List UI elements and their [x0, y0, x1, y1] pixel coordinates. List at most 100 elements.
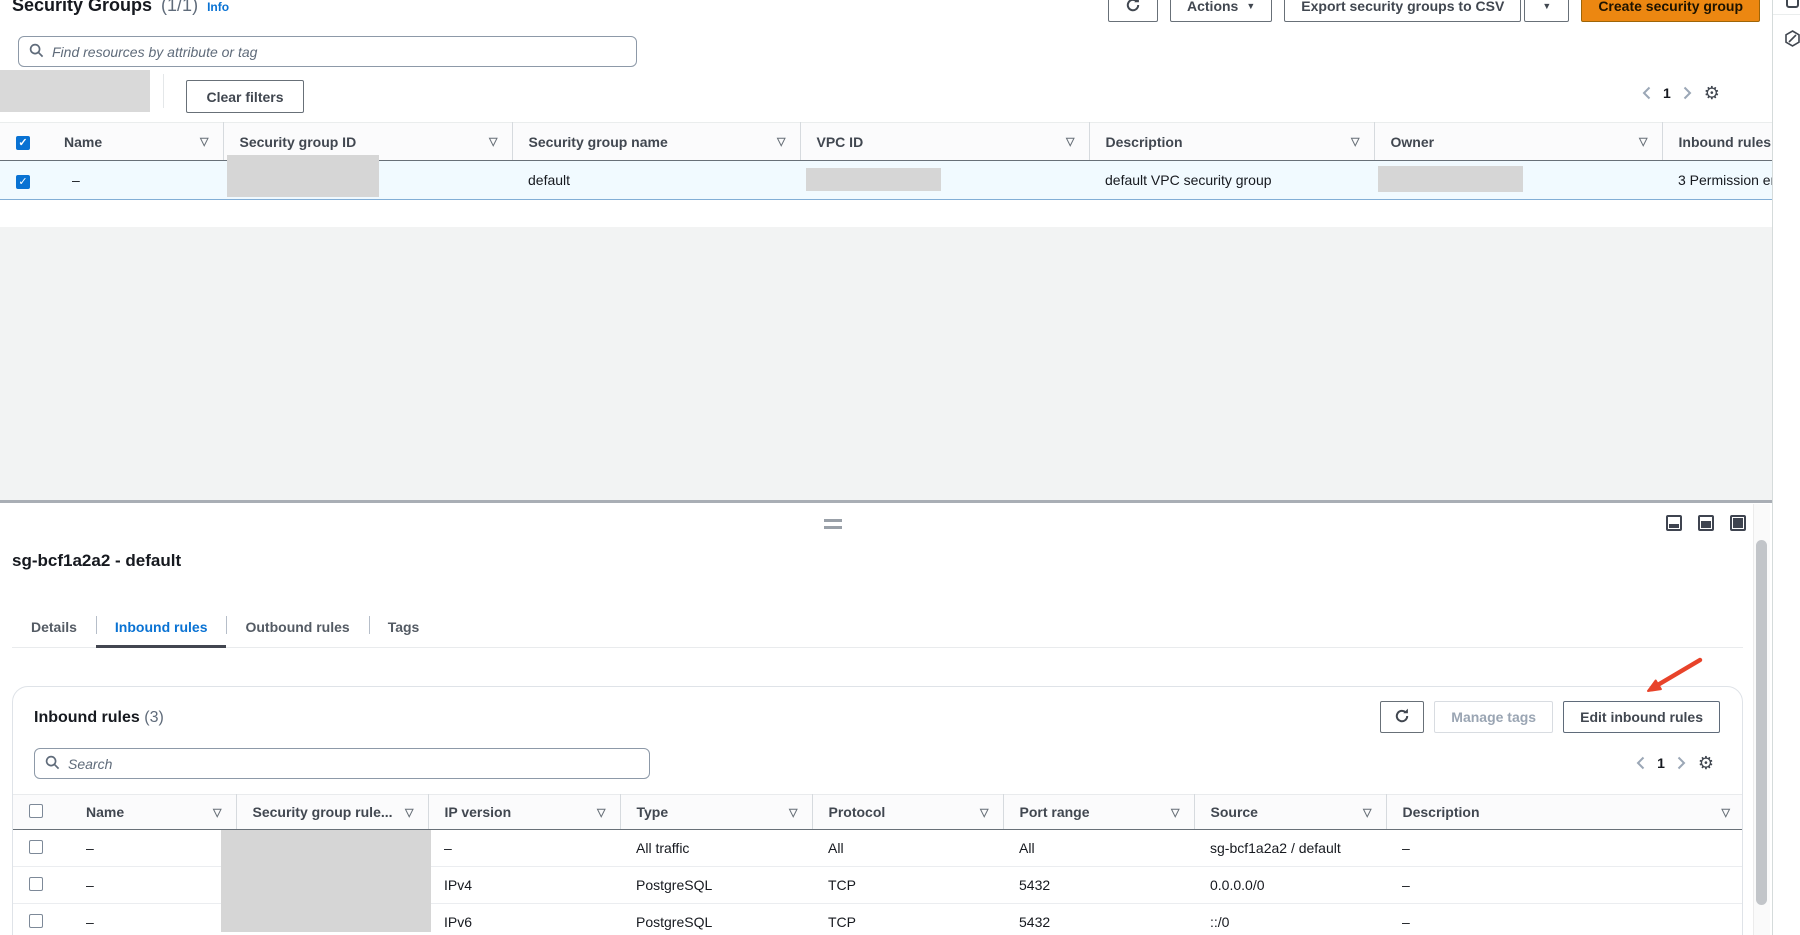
actions-button[interactable]: Actions ▼ [1170, 0, 1272, 22]
resource-search-input[interactable] [52, 44, 626, 60]
sort-icon[interactable]: ▽ [1639, 135, 1649, 148]
panel-size-medium-icon[interactable] [1698, 515, 1714, 531]
table-settings-gear-icon[interactable]: ⚙ [1698, 754, 1714, 772]
detail-tab[interactable]: Details [12, 608, 96, 648]
row-checkbox[interactable] [29, 914, 43, 928]
refresh-icon [1394, 708, 1410, 727]
previous-page-icon[interactable] [1636, 756, 1645, 770]
rules-column-header[interactable]: Security group rule... ▽ [236, 795, 428, 830]
rules-column-header[interactable]: IP version ▽ [428, 795, 620, 830]
cell-type: All traffic [620, 830, 812, 867]
refresh-icon [1125, 0, 1141, 16]
sort-icon[interactable]: ▽ [213, 806, 223, 819]
cell-description: – [1386, 904, 1743, 935]
inbound-rules-actions: Manage tags Edit inbound rules [1380, 701, 1720, 733]
groups-column-header[interactable]: VPC ID ▽ [800, 123, 1089, 161]
sort-icon[interactable]: ▽ [1351, 135, 1361, 148]
select-all-checkbox[interactable] [29, 804, 43, 818]
rules-search-input[interactable] [68, 756, 639, 772]
detail-tab[interactable]: Outbound rules [226, 608, 368, 648]
sort-icon[interactable]: ▽ [200, 135, 210, 148]
clear-filters-button[interactable]: Clear filters [186, 80, 304, 113]
cell-protocol: TCP [812, 867, 1003, 904]
sort-icon[interactable]: ▽ [405, 806, 415, 819]
rules-column-header[interactable]: Name ▽ [70, 795, 236, 830]
groups-column-header[interactable]: Owner ▽ [1374, 123, 1662, 161]
rules-column-header[interactable]: Protocol ▽ [812, 795, 1003, 830]
cell-name: – [70, 867, 236, 904]
create-security-group-button[interactable]: Create security group [1581, 0, 1760, 22]
panel-size-small-icon[interactable] [1666, 515, 1682, 531]
manage-tags-button[interactable]: Manage tags [1434, 701, 1553, 733]
column-label: IP version [445, 804, 512, 820]
next-page-icon[interactable] [1683, 86, 1692, 100]
cell-port-range: 5432 [1003, 904, 1194, 935]
info-link[interactable]: Info [207, 0, 229, 14]
cell-type: PostgreSQL [620, 867, 812, 904]
edit-inbound-rules-button[interactable]: Edit inbound rules [1563, 701, 1720, 733]
cell-port-range: 5432 [1003, 867, 1194, 904]
redaction-security-group-id [227, 155, 379, 197]
row-checkbox[interactable] [29, 877, 43, 891]
rules-column-header[interactable]: Source ▽ [1194, 795, 1386, 830]
create-security-group-label: Create security group [1598, 0, 1743, 14]
resource-count: (1/1) [161, 0, 198, 16]
sort-icon[interactable]: ▽ [489, 135, 499, 148]
sort-icon[interactable]: ▽ [597, 806, 607, 819]
side-panel-hexagon-icon[interactable] [1784, 30, 1800, 50]
cell-name: – [48, 161, 223, 200]
side-panel-top-icon[interactable] [1786, 0, 1799, 8]
rules-column-header[interactable]: Description ▽ [1386, 795, 1743, 830]
cell-protocol: All [812, 830, 1003, 867]
column-label: Security group rule... [253, 804, 393, 820]
page-number[interactable]: 1 [1663, 85, 1671, 101]
previous-page-icon[interactable] [1642, 86, 1651, 100]
cell-source: ::/0 [1194, 904, 1386, 935]
sort-icon[interactable]: ▽ [1722, 806, 1732, 819]
column-label: Description [1403, 804, 1480, 820]
sort-icon[interactable]: ▽ [980, 806, 990, 819]
select-all-checkbox[interactable]: ✓ [16, 136, 30, 150]
export-csv-button[interactable]: Export security groups to CSV [1284, 0, 1521, 22]
sort-icon[interactable]: ▽ [1363, 806, 1373, 819]
column-label: Owner [1391, 134, 1435, 150]
panel-size-full-icon[interactable] [1730, 515, 1746, 531]
rules-refresh-button[interactable] [1380, 701, 1424, 733]
side-panel-divider [1773, 14, 1800, 15]
page-number[interactable]: 1 [1657, 755, 1665, 771]
groups-column-header[interactable]: Security group name ▽ [512, 123, 800, 161]
detail-tab[interactable]: Inbound rules [96, 608, 227, 648]
cell-security-group-name[interactable]: default [512, 161, 800, 200]
sort-icon[interactable]: ▽ [777, 135, 787, 148]
cell-source: 0.0.0.0/0 [1194, 867, 1386, 904]
rules-column-header[interactable]: Type ▽ [620, 795, 812, 830]
next-page-icon[interactable] [1677, 756, 1686, 770]
rules-table-header-row: Name ▽ Security group rule... ▽ [13, 795, 1743, 830]
table-settings-gear-icon[interactable]: ⚙ [1704, 84, 1720, 102]
groups-column-header[interactable]: Name ▽ [48, 123, 223, 161]
row-checkbox[interactable]: ✓ [16, 175, 30, 189]
sort-icon[interactable]: ▽ [789, 806, 799, 819]
refresh-button[interactable] [1108, 0, 1158, 22]
check-icon: ✓ [18, 137, 27, 149]
detail-tab[interactable]: Tags [369, 608, 439, 648]
page-title: Security Groups (1/1) Info [12, 0, 229, 16]
select-all-cell [13, 795, 70, 830]
groups-pagination: 1 ⚙ [1642, 81, 1720, 105]
manage-tags-label: Manage tags [1451, 709, 1536, 725]
export-split-button: Export security groups to CSV ▼ [1284, 0, 1569, 22]
resource-search [18, 36, 637, 67]
sort-icon[interactable]: ▽ [1171, 806, 1181, 819]
sort-icon[interactable]: ▽ [1066, 135, 1076, 148]
groups-column-header[interactable]: Inbound rules c ▽ [1662, 123, 1772, 161]
filter-token-redacted [0, 70, 150, 112]
column-label: Security group name [529, 134, 668, 150]
row-checkbox[interactable] [29, 840, 43, 854]
export-dropdown-button[interactable]: ▼ [1524, 0, 1569, 22]
vertical-scrollbar-thumb[interactable] [1756, 540, 1767, 905]
cell-ip-version: IPv6 [428, 904, 620, 935]
rules-column-header[interactable]: Port range ▽ [1003, 795, 1194, 830]
groups-column-header[interactable]: Description ▽ [1089, 123, 1374, 161]
split-divider [0, 500, 1772, 503]
split-drag-handle[interactable] [824, 519, 842, 529]
